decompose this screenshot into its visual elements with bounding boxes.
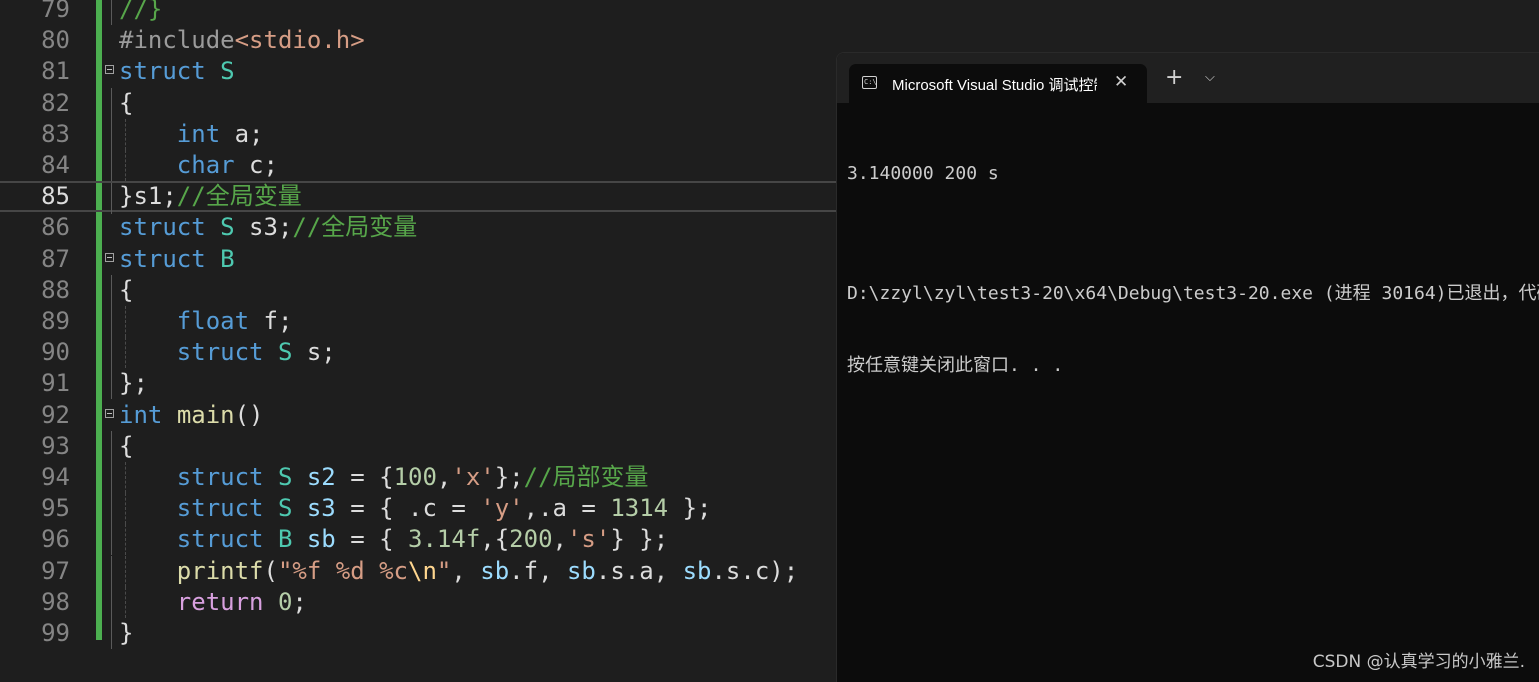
code-line[interactable]: 82 { [0,87,840,119]
outline-guide [111,306,112,337]
outline-guide [111,430,112,462]
code-line[interactable]: 93 { [0,430,840,462]
code-text: struct S s2 = {100,'x'};//局部变量 [176,463,649,491]
code-text: struct S [119,57,235,86]
collapse-icon[interactable] [105,252,114,262]
line-number: 83 [41,119,70,148]
code-line[interactable]: 87 struct B [0,244,840,275]
code-line[interactable]: 97 printf("%f %d %c\n", sb.f, sb.s.a, sb… [0,555,840,587]
code-line[interactable]: 88 { [0,274,840,306]
outline-guide [111,150,112,181]
new-tab-button[interactable]: + [1165,67,1183,89]
line-number: 88 [41,275,70,304]
tab-bar: C:\ Microsoft Visual Studio 调试控制台 ✕ + ⌵ [837,53,1539,103]
close-icon[interactable]: ✕ [1114,72,1128,92]
line-number: 92 [41,400,70,429]
console-icon-text: C:\ [864,78,877,86]
line-number: 91 [41,369,70,398]
code-line[interactable]: 92 int main() [0,400,840,431]
code-text: printf("%f %d %c\n", sb.f, sb.s.a, sb.s.… [176,556,799,585]
code-line[interactable]: 80 #include<stdio.h> [0,25,840,56]
line-number: 96 [41,525,70,554]
code-text: int a; [176,119,264,148]
code-line[interactable]: 90 struct S s; [0,337,840,369]
code-text: struct S s; [176,338,336,367]
code-line[interactable]: 96 struct B sb = { 3.14f,{200,'s'} }; [0,524,840,556]
line-number: 90 [41,338,70,367]
outline-guide [111,368,112,400]
line-number: 82 [41,88,70,117]
code-line[interactable]: 98 return 0; [0,586,840,618]
code-line[interactable]: 83 int a; [0,118,840,150]
line-number: 79 [41,0,70,23]
console-output: 3.140000 200 s D:\zzyl\zyl\test3-20\x64\… [847,114,1539,426]
tab-title: Microsoft Visual Studio 调试控制台 [892,77,1097,94]
code-text: } [119,619,134,647]
line-number: 89 [41,307,70,335]
code-text: { [119,431,134,460]
console-icon: C:\ [862,76,877,89]
code-text: #include<stdio.h> [119,26,365,55]
code-text: struct B [119,244,235,273]
line-number: 94 [41,463,70,491]
line-number: 85 [41,182,70,211]
outline-guide [111,524,112,556]
outline-guide [111,274,112,306]
code-line[interactable]: 84 char c; [0,150,840,181]
console-line: 3.140000 200 s [847,163,999,184]
code-line[interactable]: 95 struct S s3 = { .c = 'y',.a = 1314 }; [0,493,840,525]
code-text: float f; [176,307,293,335]
code-text: //} [119,0,163,23]
debug-console-window[interactable]: C:\ Microsoft Visual Studio 调试控制台 ✕ + ⌵ … [836,52,1539,682]
code-text: struct S s3;//全局变量 [119,213,418,242]
outline-guide [111,462,112,493]
code-text: }s1;//全局变量 [119,182,302,211]
line-number: 86 [41,213,70,242]
line-number: 81 [41,57,70,86]
code-text: struct S s3 = { .c = 'y',.a = 1314 }; [176,494,712,523]
code-text: struct B sb = { 3.14f,{200,'s'} }; [176,525,669,554]
line-number: 84 [41,151,70,179]
outline-guide [111,87,112,119]
code-line[interactable]: 85 }s1;//全局变量 [0,181,840,215]
line-number: 80 [41,26,70,55]
outline-guide [111,183,112,215]
outline-guide [111,493,112,525]
code-text: { [119,88,134,117]
outline-guide [111,0,112,25]
collapse-icon[interactable] [105,65,114,75]
code-text: }; [119,369,148,398]
line-number: 95 [41,494,70,523]
outline-guide [111,618,112,649]
watermark: CSDN @认真学习的小雅兰. [1312,652,1525,672]
code-text: int main() [119,400,264,429]
code-line[interactable]: 79 //} [0,0,840,25]
console-line: D:\zzyl\zyl\test3-20\x64\Debug\test3-20.… [847,283,1539,304]
code-line[interactable]: 99} [0,618,840,649]
code-text: return 0; [176,587,307,616]
outline-guide [111,118,112,150]
outline-guide [111,586,112,618]
line-number: 93 [41,431,70,460]
code-line[interactable]: 94 struct S s2 = {100,'x'};//局部变量 [0,462,840,493]
line-number: 87 [41,244,70,273]
line-number: 98 [41,587,70,616]
code-line[interactable]: 91}; [0,368,840,400]
code-line[interactable]: 81 struct S [0,56,840,87]
code-line[interactable]: 86 struct S s3;//全局变量 [0,212,840,243]
line-number: 97 [41,556,70,585]
outline-guide [111,555,112,587]
code-text: { [119,275,134,304]
code-line[interactable]: 89 float f; [0,306,840,337]
outline-guide [111,337,112,369]
code-text: char c; [176,151,278,179]
line-number: 99 [41,619,70,647]
tab-debug-console[interactable]: C:\ Microsoft Visual Studio 调试控制台 ✕ [849,64,1147,103]
chevron-down-icon[interactable]: ⌵ [1205,70,1215,85]
collapse-icon[interactable] [105,408,114,418]
console-line: 按任意键关闭此窗口. . . [847,355,1064,376]
